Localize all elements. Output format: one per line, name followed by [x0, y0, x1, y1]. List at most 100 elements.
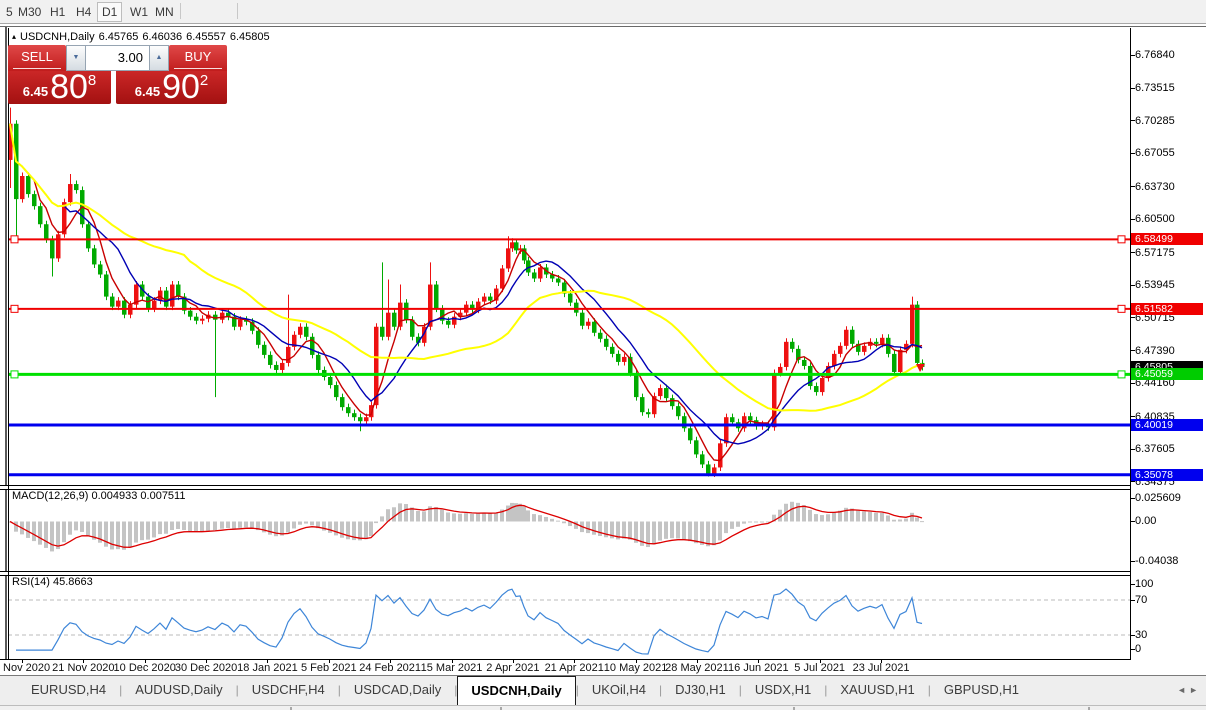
buy-quote[interactable]: 6.45 90 2 — [116, 71, 227, 104]
tab-audusd-daily[interactable]: AUDUSD,Daily — [122, 676, 235, 705]
toolbar-separator — [180, 3, 181, 19]
tab-scroll-right-icon[interactable]: ► — [1189, 685, 1198, 695]
period-button-h4[interactable]: H4 — [72, 3, 95, 21]
macd-histogram-bar — [748, 522, 752, 523]
price-axis-column[interactable]: 6.768406.735156.702856.670556.637306.605… — [1131, 27, 1206, 676]
candle-body — [718, 443, 723, 467]
period-button-mn[interactable]: MN — [151, 3, 178, 21]
candle-body — [784, 342, 789, 367]
macd-histogram-bar — [194, 522, 198, 532]
rsi-panel-canvas[interactable] — [8, 574, 1131, 658]
candle-body — [274, 365, 279, 370]
chart-tab-bar: EURUSD,H4|AUDUSD,Daily|USDCHF,H4|USDCAD,… — [0, 676, 1206, 705]
line-handle-left[interactable] — [11, 236, 18, 243]
tab-gbpusd-h1[interactable]: GBPUSD,H1 — [931, 676, 1032, 705]
line-handle-left[interactable] — [11, 305, 18, 312]
date-axis: 3 Nov 202021 Nov 202010 Dec 202030 Dec 2… — [0, 660, 1131, 676]
tab-scroll-left-icon[interactable]: ◄ — [1177, 685, 1186, 695]
line-handle-left[interactable] — [11, 371, 18, 378]
macd-histogram-bar — [826, 514, 830, 521]
macd-histogram-bar — [694, 522, 698, 544]
price-axis-tick-label: 6.67055 — [1135, 147, 1175, 159]
sell-price-big: 80 — [50, 73, 88, 102]
rsi-axis-tick-label: 30 — [1135, 629, 1147, 641]
line-handle-right[interactable] — [1118, 371, 1125, 378]
date-label: 24 Feb 2021 — [359, 662, 421, 674]
macd-histogram-bar — [510, 503, 514, 522]
candle-body — [844, 330, 849, 346]
date-label: 23 Jul 2021 — [853, 662, 910, 674]
price-level-tag: 6.45059 — [1131, 368, 1203, 380]
macd-histogram-bar — [340, 522, 344, 538]
candle-body — [104, 274, 109, 296]
macd-histogram-bar — [494, 513, 498, 522]
date-label: 16 Jun 2021 — [728, 662, 789, 674]
macd-histogram-bar — [170, 522, 174, 531]
date-label: 5 Feb 2021 — [301, 662, 357, 674]
moving-average-10 — [10, 124, 922, 444]
candle-body — [152, 301, 157, 309]
date-label: 3 Nov 2020 — [0, 662, 50, 674]
macd-histogram-bar — [476, 514, 480, 522]
tab-usdchf-h4[interactable]: USDCHF,H4 — [239, 676, 338, 705]
candle-body — [146, 297, 151, 309]
date-label: 5 Jul 2021 — [794, 662, 845, 674]
macd-histogram-bar — [856, 511, 860, 522]
rsi-axis-tick-label: 70 — [1135, 594, 1147, 606]
macd-histogram-bar — [592, 522, 596, 535]
candle-body — [814, 386, 819, 392]
date-label: 18 Jan 2021 — [237, 662, 298, 674]
macd-histogram-bar — [220, 522, 224, 529]
macd-histogram-bar — [374, 522, 378, 524]
candle-body — [122, 301, 127, 315]
candle-body — [712, 467, 717, 473]
macd-histogram-bar — [556, 521, 560, 522]
candle-body — [892, 354, 897, 372]
candle-body — [200, 319, 205, 321]
candle-body — [862, 346, 867, 352]
period-button-w1[interactable]: W1 — [126, 3, 152, 21]
candle-body — [446, 321, 451, 325]
rsi-line — [16, 589, 922, 654]
macd-histogram-bar — [518, 504, 522, 522]
macd-histogram-bar — [32, 522, 36, 542]
tab-usdx-h1[interactable]: USDX,H1 — [742, 676, 824, 705]
macd-histogram-bar — [742, 522, 746, 524]
panel-splitter[interactable] — [0, 571, 1206, 576]
line-handle-right[interactable] — [1118, 305, 1125, 312]
macd-histogram-bar — [268, 522, 272, 535]
macd-histogram-bar — [910, 513, 914, 522]
period-button-d1[interactable]: D1 — [97, 2, 122, 22]
macd-histogram-bar — [682, 522, 686, 540]
period-button-m30[interactable]: M30 — [14, 3, 45, 21]
rsi-axis-tick-label: 0 — [1135, 643, 1141, 655]
sell-quote[interactable]: 6.45 80 8 — [8, 71, 111, 104]
period-button-h1[interactable]: H1 — [46, 3, 69, 21]
tab-eurusd-h4[interactable]: EURUSD,H4 — [18, 676, 119, 705]
candle-body — [280, 363, 285, 370]
tab-usdcad-daily[interactable]: USDCAD,Daily — [341, 676, 454, 705]
tab-ukoil-h4[interactable]: UKOil,H4 — [579, 676, 659, 705]
tab-dj30-h1[interactable]: DJ30,H1 — [662, 676, 739, 705]
candle-body — [346, 407, 351, 413]
price-axis-tick-label: 6.73515 — [1135, 82, 1175, 94]
macd-histogram-bar — [898, 519, 902, 521]
candle-body — [616, 354, 621, 362]
chart-window: ▴USDCNH,Daily6.457656.460366.455576.4580… — [0, 26, 1206, 710]
tab-usdcnh-daily[interactable]: USDCNH,Daily — [457, 676, 575, 705]
line-handle-right[interactable] — [1118, 236, 1125, 243]
macd-histogram-bar — [526, 510, 530, 521]
date-label: 10 May 2021 — [604, 662, 668, 674]
macd-histogram-bar — [790, 502, 794, 522]
macd-histogram-bar — [392, 507, 396, 521]
tab-xauusd-h1[interactable]: XAUUSD,H1 — [827, 676, 927, 705]
candle-body — [706, 464, 711, 473]
candle-body — [328, 377, 333, 385]
lots-input[interactable]: 3.00 — [86, 45, 149, 71]
macd-histogram-bar — [808, 510, 812, 522]
macd-histogram-bar — [304, 522, 308, 524]
candle-body — [170, 285, 175, 307]
macd-histogram-bar — [200, 522, 204, 532]
date-label: 15 Mar 2021 — [421, 662, 483, 674]
rsi-axis-tick-label: 100 — [1135, 578, 1153, 590]
